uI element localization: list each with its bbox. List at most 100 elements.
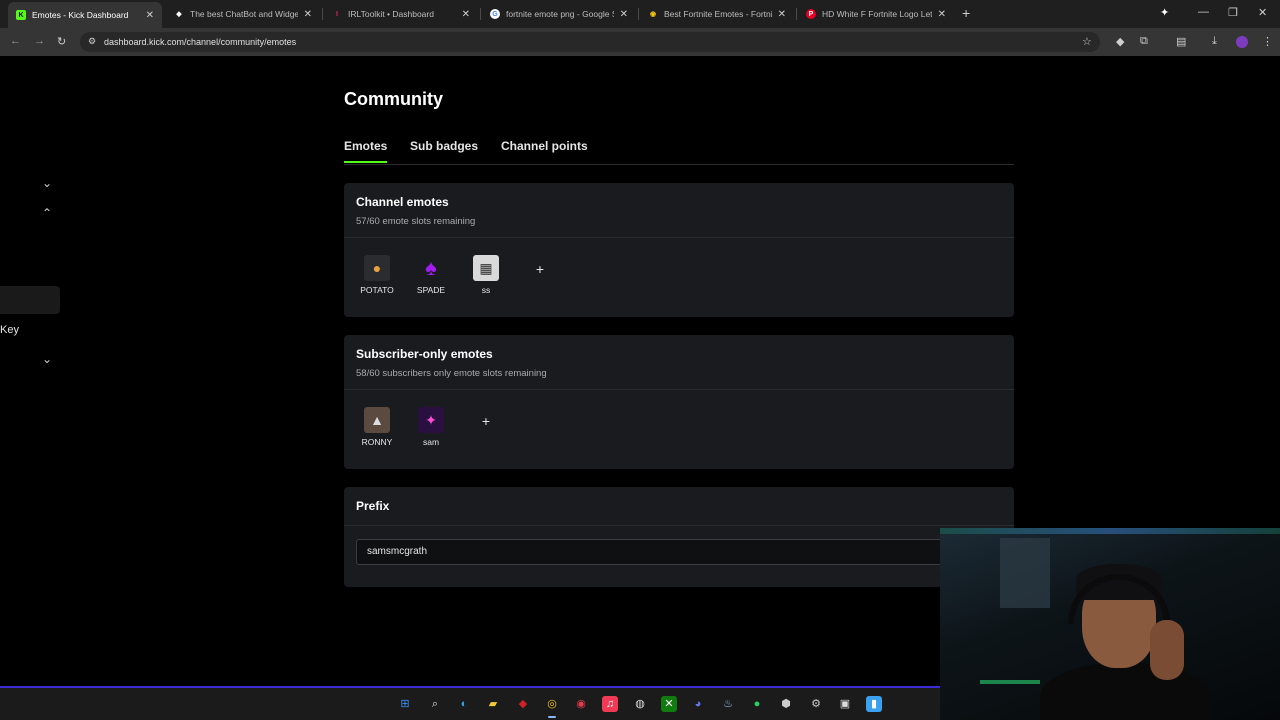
tab-title: Best Fortnite Emotes - Fortnite bbox=[664, 9, 772, 19]
app-circle-icon[interactable]: ◉ bbox=[573, 696, 589, 712]
tab-channel-points[interactable]: Channel points bbox=[501, 139, 588, 153]
music-icon[interactable]: ♫ bbox=[602, 696, 618, 712]
tab-title: The best ChatBot and Widgets bbox=[190, 9, 298, 19]
tab-divider bbox=[796, 8, 797, 20]
profile-avatar[interactable] bbox=[1236, 36, 1248, 48]
subscriber-emotes-card: Subscriber-only emotes 58/60 subscribers… bbox=[344, 335, 1014, 469]
browser-tab-irltoolkit[interactable]: I IRLToolkit • Dashboard ✕ bbox=[324, 3, 478, 25]
browser-tab-bar: K Emotes - Kick Dashboard ✕ ◆ The best C… bbox=[0, 0, 1280, 28]
potato-emote-icon: ● bbox=[364, 255, 390, 281]
new-tab-button[interactable]: + bbox=[962, 5, 970, 21]
address-bar[interactable]: ⚙ dashboard.kick.com/channel/community/e… bbox=[80, 32, 1100, 52]
add-subscriber-emote-button[interactable]: + bbox=[471, 406, 501, 436]
windows-taskbar: ⊞ ⌕ ◐ ▰ ◆ ◎ ◉ ♫ ◍ ✕ ◕ ♨ ● ⬢ ⚙ ▣ ▮ bbox=[0, 688, 940, 720]
restore-button[interactable]: ❐ bbox=[1228, 6, 1238, 19]
emote-potato[interactable]: ● POTATO bbox=[355, 255, 399, 295]
tab-title: HD White F Fortnite Logo Lette bbox=[822, 9, 932, 19]
pinterest-icon: P bbox=[806, 9, 816, 19]
tab-divider bbox=[480, 8, 481, 20]
page-title: Community bbox=[344, 89, 443, 109]
close-tab-icon[interactable]: ✕ bbox=[462, 9, 470, 20]
close-tab-icon[interactable]: ✕ bbox=[620, 9, 628, 20]
card-header: Prefix bbox=[344, 487, 1014, 526]
epic-games-icon[interactable]: ▣ bbox=[837, 696, 853, 712]
xbox-icon[interactable]: ✕ bbox=[661, 696, 677, 712]
tab-divider bbox=[322, 8, 323, 20]
channel-emotes-card: Channel emotes 57/60 emote slots remaini… bbox=[344, 183, 1014, 317]
edge-icon[interactable]: ◐ bbox=[456, 696, 472, 712]
search-icon[interactable]: ⌕ bbox=[427, 696, 443, 712]
chevron-down-icon[interactable]: ⌄ bbox=[42, 352, 52, 366]
chrome-icon[interactable]: ◎ bbox=[544, 696, 560, 718]
obs-icon[interactable]: ◍ bbox=[632, 696, 648, 712]
spotify-icon[interactable]: ● bbox=[749, 696, 765, 712]
extension-diamond-icon[interactable]: ◆ bbox=[1116, 35, 1124, 48]
sam-emote-icon: ✦ bbox=[418, 407, 444, 433]
browser-toolbar: ← → ↻ ⚙ dashboard.kick.com/channel/commu… bbox=[0, 28, 1280, 56]
close-tab-icon[interactable]: ✕ bbox=[938, 9, 946, 20]
minimize-button[interactable]: — bbox=[1198, 6, 1209, 18]
webcam-person-body bbox=[1040, 662, 1210, 720]
url-text: dashboard.kick.com/channel/community/emo… bbox=[104, 37, 297, 47]
discord-icon[interactable]: ◕ bbox=[690, 696, 706, 712]
close-tab-icon[interactable]: ✕ bbox=[304, 9, 312, 20]
webcam-light bbox=[940, 528, 1280, 534]
chevron-up-icon[interactable]: ⌃ bbox=[42, 206, 52, 220]
browser-tab-fortnite-emotes[interactable]: ◉ Best Fortnite Emotes - Fortnite ✕ bbox=[640, 3, 794, 25]
browser-tab-google-search[interactable]: G fortnite emote png - Google Se ✕ bbox=[482, 3, 636, 25]
app-blue-icon[interactable]: ▮ bbox=[866, 696, 882, 712]
sidebar-item-label[interactable]: Key bbox=[0, 324, 19, 336]
card-title: Prefix bbox=[356, 499, 390, 513]
tab-divider bbox=[638, 8, 639, 20]
app-red-icon[interactable]: ◆ bbox=[515, 696, 531, 712]
close-tab-icon[interactable]: ✕ bbox=[146, 10, 154, 21]
community-tabs: Emotes Sub badges Channel points bbox=[344, 139, 1014, 165]
extensions-puzzle-icon[interactable]: ⧉ bbox=[1140, 35, 1148, 48]
tab-emotes[interactable]: Emotes bbox=[344, 139, 388, 163]
emote-sam[interactable]: ✦ sam bbox=[409, 407, 453, 447]
site-info-icon[interactable]: ⚙ bbox=[88, 36, 96, 47]
close-window-button[interactable]: ✕ bbox=[1258, 6, 1267, 19]
tab-title: fortnite emote png - Google Se bbox=[506, 9, 614, 19]
forward-arrow-icon[interactable]: → bbox=[34, 35, 45, 47]
emote-name: ss bbox=[481, 285, 491, 295]
steam-icon[interactable]: ♨ bbox=[720, 696, 736, 712]
file-explorer-icon[interactable]: ▰ bbox=[485, 696, 501, 712]
add-channel-emote-button[interactable]: + bbox=[525, 254, 555, 284]
card-subtitle: 57/60 emote slots remaining bbox=[356, 216, 476, 227]
google-icon: G bbox=[490, 9, 500, 19]
emote-ronny[interactable]: ▲ RONNY bbox=[355, 407, 399, 447]
ronny-emote-icon: ▲ bbox=[364, 407, 390, 433]
card-subtitle: 58/60 subscribers only emote slots remai… bbox=[356, 368, 547, 379]
settings-gear-icon[interactable]: ⚙ bbox=[808, 696, 824, 712]
browser-tab-chatbot[interactable]: ◆ The best ChatBot and Widgets ✕ bbox=[166, 3, 320, 25]
windows-start-icon[interactable]: ⊞ bbox=[397, 696, 413, 712]
bookmark-star-icon[interactable]: ☆ bbox=[1082, 35, 1092, 48]
prefix-input[interactable]: samsmcgrath bbox=[356, 539, 956, 565]
webcam-rgb-light bbox=[980, 680, 1040, 684]
chevron-down-icon[interactable]: ⌄ bbox=[42, 176, 52, 190]
card-header: Channel emotes 57/60 emote slots remaini… bbox=[344, 183, 1014, 238]
kick-icon: K bbox=[16, 10, 26, 20]
emote-spade[interactable]: ♠ SPADE bbox=[409, 255, 453, 295]
emote-ss[interactable]: ▦ ss bbox=[464, 255, 508, 295]
browser-tab-kick-dashboard[interactable]: K Emotes - Kick Dashboard ✕ bbox=[8, 2, 162, 28]
browser-tab-fortnite-logo[interactable]: P HD White F Fortnite Logo Lette ✕ bbox=[798, 3, 954, 25]
app-cube-icon[interactable]: ⬢ bbox=[778, 696, 794, 712]
tab-sub-badges[interactable]: Sub badges bbox=[410, 139, 478, 153]
sidebar-item-selected[interactable] bbox=[0, 286, 60, 314]
webcam-background-poster bbox=[1000, 538, 1050, 608]
tab-title: Emotes - Kick Dashboard bbox=[32, 10, 129, 20]
side-panel-icon[interactable]: ▤ bbox=[1176, 35, 1186, 48]
close-tab-icon[interactable]: ✕ bbox=[778, 9, 786, 20]
irltoolkit-icon: I bbox=[336, 10, 338, 18]
menu-kebab-icon[interactable]: ⋮ bbox=[1262, 35, 1273, 48]
webcam-overlay bbox=[940, 528, 1280, 720]
reload-icon[interactable]: ↻ bbox=[57, 35, 66, 48]
sparkle-icon[interactable]: ✦ bbox=[1160, 6, 1169, 19]
ss-emote-icon: ▦ bbox=[473, 255, 499, 281]
download-icon[interactable]: ⤓ bbox=[1212, 35, 1217, 48]
back-arrow-icon[interactable]: ← bbox=[10, 35, 21, 47]
prefix-card: Prefix samsmcgrath bbox=[344, 487, 1014, 587]
emote-name: sam bbox=[422, 437, 440, 447]
